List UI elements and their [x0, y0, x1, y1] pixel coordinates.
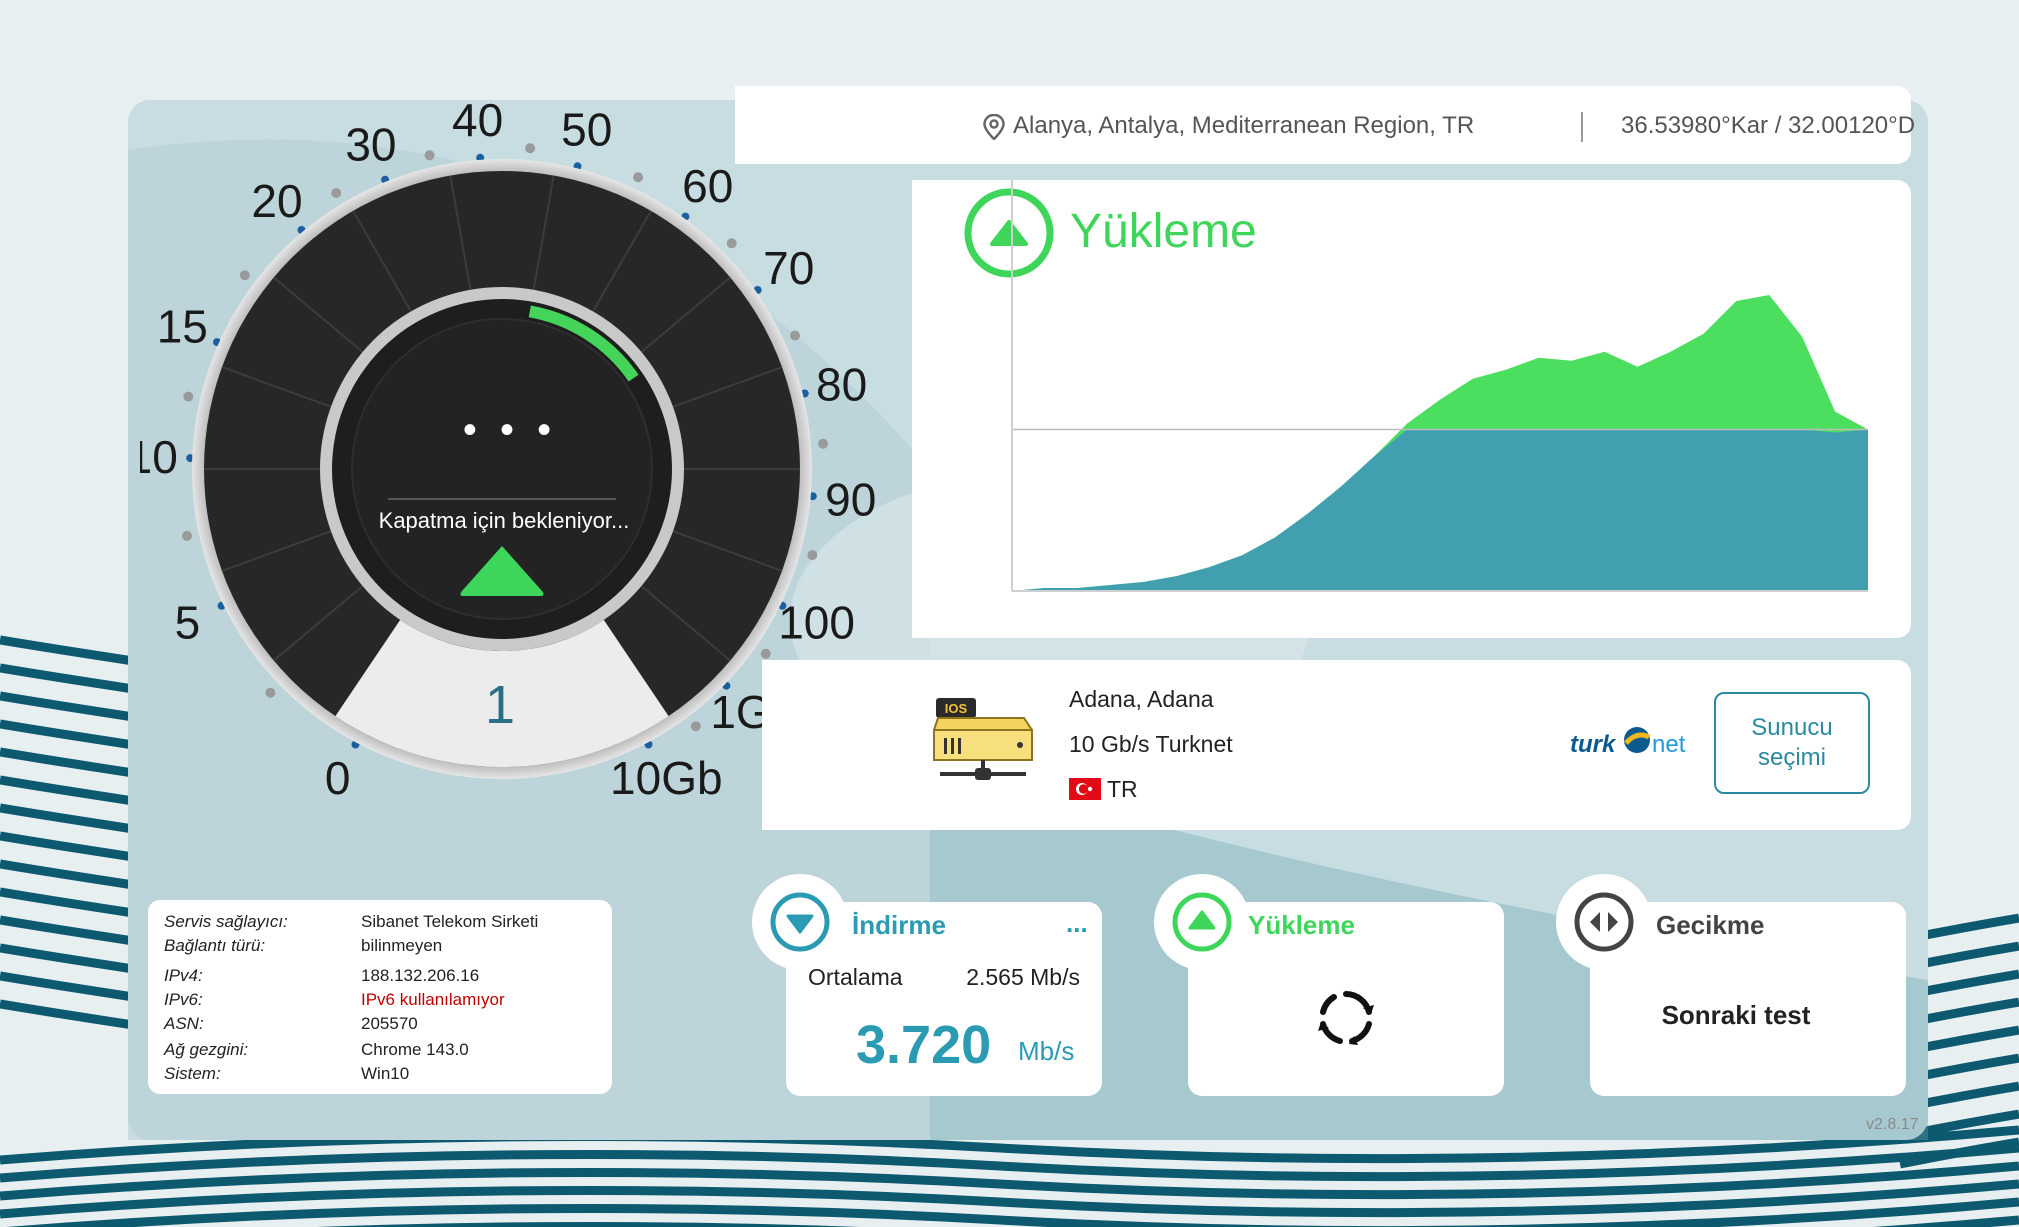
server-ios-icon: IOS: [933, 698, 1033, 780]
latency-status: Sonraki test: [1661, 1000, 1811, 1030]
gauge-unit-selector[interactable]: 1: [400, 674, 600, 736]
gauge-tick-label: 50: [561, 103, 612, 155]
server-country: TR: [1107, 776, 1138, 802]
svg-text:IOS: IOS: [945, 701, 968, 716]
divider: [1581, 112, 1583, 142]
gauge-tick-label: 20: [251, 175, 302, 227]
chart-panel: Yükleme: [912, 180, 1911, 638]
info-value: Chrome 143.0: [361, 1040, 469, 1059]
latency-badge: [1556, 874, 1652, 970]
gauge-minor-dot: [331, 188, 342, 198]
gauge-minor-dot: [818, 438, 828, 449]
download-badge: [752, 874, 848, 970]
chart-title: Yükleme: [1070, 205, 1257, 258]
download-card: İndirme ... Ortalama 2.565 Mb/s 3.720 Mb…: [752, 874, 1102, 1096]
turknet-logo: turk net: [1570, 723, 1686, 763]
location-pin-icon: [983, 114, 1005, 140]
gauge-minor-dot: [239, 270, 250, 281]
chart-series-area-base: [1012, 429, 1868, 591]
info-label: Bağlantı türü:: [164, 936, 266, 955]
download-value: 3.720: [856, 1015, 992, 1075]
download-unit: Mb/s: [1018, 1036, 1075, 1066]
info-value: 205570: [361, 1014, 418, 1033]
download-more[interactable]: ...: [1066, 908, 1088, 939]
info-value: Win10: [361, 1064, 410, 1083]
latency-title: Gecikme: [1656, 910, 1765, 940]
info-value: Sibanet Telekom Sirketi: [361, 912, 539, 931]
version-label: v2.8.17: [1866, 1116, 1919, 1133]
latency-card: Gecikme Sonraki test: [1556, 874, 1906, 1096]
upload-card: Yükleme: [1154, 874, 1504, 1096]
gauge-status-text: Kapatma için bekleniyor...: [378, 508, 630, 533]
upload-title: Yükleme: [1248, 910, 1355, 940]
connection-info-panel: Servis sağlayıcı: Sibanet Telekom Sirket…: [148, 900, 612, 1094]
turkey-flag-icon: [1069, 778, 1101, 800]
gauge-minor-dot: [424, 150, 435, 161]
info-label: Sistem:: [164, 1064, 221, 1083]
info-value: bilinmeyen: [361, 936, 443, 955]
logo-globe-icon: [1624, 727, 1651, 753]
gauge-tick-label: 15: [157, 301, 208, 353]
location-bar: Alanya, Antalya, Mediterranean Region, T…: [735, 86, 1915, 164]
speed-chart: [964, 180, 1868, 592]
info-label: Ağ gezgini:: [164, 1040, 249, 1059]
gauge-tick-label: 0: [325, 752, 351, 804]
gauge-tick-label: 70: [763, 242, 814, 294]
gauge-minor-dot: [690, 721, 701, 732]
gauge-minor-dot: [182, 530, 192, 541]
server-isp: 10 Gb/s Turknet: [1069, 731, 1233, 757]
upload-badge: [1154, 874, 1250, 970]
info-value-warning: IPv6 kullanılamıyor: [361, 990, 505, 1009]
gauge-tick-label: 5: [175, 596, 201, 648]
gauge-minor-dot: [633, 172, 644, 183]
server-panel: IOS Adana, Adana 10 Gb/s Turknet TR turk…: [762, 660, 1911, 830]
info-label: IPv6:: [164, 990, 203, 1009]
download-avg-value: 2.565 Mb/s: [966, 964, 1080, 990]
gauge-minor-dot: [790, 330, 800, 341]
download-circle-icon: [770, 892, 830, 952]
loading-spinner-icon: [1318, 991, 1374, 1045]
info-label: ASN:: [164, 1014, 204, 1033]
gauge-tick-label: 10: [140, 431, 178, 483]
server-select-button[interactable]: Sunucu seçimi: [1714, 692, 1870, 794]
gauge-tick-label: 10Gb: [610, 752, 723, 804]
gauge-minor-dot: [183, 391, 194, 402]
gauge-tick-label: 90: [825, 474, 876, 526]
server-city: Adana, Adana: [1069, 686, 1214, 712]
info-value: 188.132.206.16: [361, 966, 480, 985]
gauge-minor-dot: [807, 550, 818, 561]
gauge-minor-dot: [726, 238, 737, 249]
gauge-tick-label: 100: [778, 596, 855, 648]
gauge-minor-dot: [525, 143, 536, 154]
coordinates-text: 36.53980°Kar / 32.00120°D: [1621, 112, 1916, 139]
upload-circle-icon: [1172, 892, 1232, 952]
download-avg-label: Ortalama: [808, 964, 903, 990]
info-label: Servis sağlayıcı:: [164, 912, 288, 931]
location-text: Alanya, Antalya, Mediterranean Region, T…: [1013, 112, 1475, 139]
gauge-minor-dot: [760, 648, 771, 659]
gauge-tick-label: 60: [682, 160, 733, 212]
gauge-dots: • • •: [462, 408, 558, 452]
logo-text-left: turk: [1570, 731, 1616, 758]
download-title: İndirme: [852, 910, 946, 940]
gauge-tick-label: 40: [452, 94, 503, 146]
gauge-tick-label: 80: [816, 358, 867, 410]
gauge-tick-label: 30: [345, 119, 396, 171]
latency-arrows-icon: [1574, 892, 1634, 952]
gauge-minor-dot: [265, 687, 276, 698]
info-label: IPv4:: [164, 966, 203, 985]
logo-text-right: net: [1652, 731, 1686, 758]
